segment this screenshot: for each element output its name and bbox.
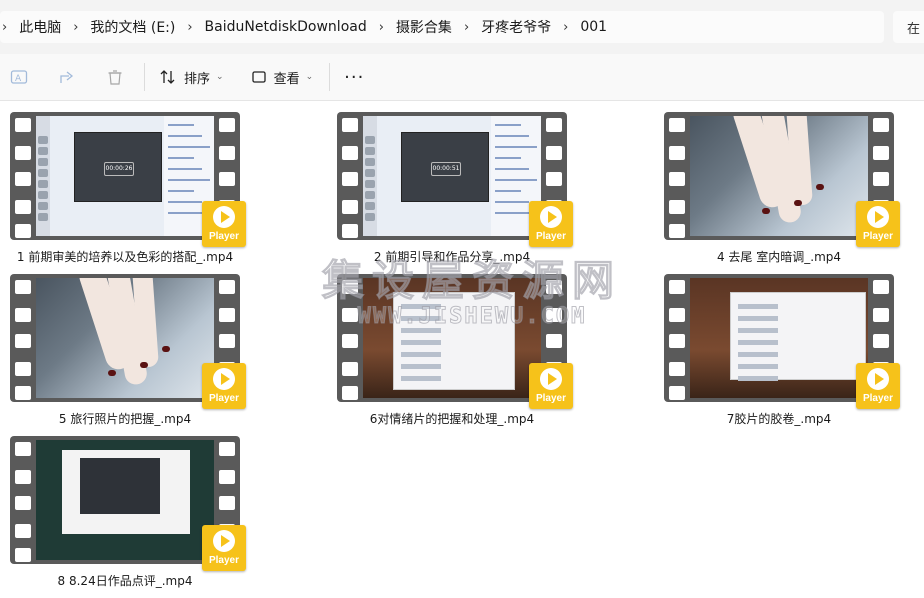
chevron-right-icon[interactable]: › — [563, 20, 568, 35]
player-badge-icon: Player — [856, 363, 900, 409]
player-badge-icon: Player — [529, 363, 573, 409]
search-input[interactable]: 在 — [893, 11, 924, 43]
film-strip — [337, 112, 363, 240]
file-tile[interactable]: 00:00:51 Player 2 前期引导和作品分享_.mp4 — [337, 112, 637, 272]
video-preview — [80, 458, 160, 514]
share-button[interactable] — [58, 62, 76, 92]
timer-readout: 00:00:51 — [431, 162, 461, 176]
thumbnail-screen — [690, 278, 868, 398]
file-name[interactable]: 4 去尾 室内暗调_.mp4 — [654, 248, 904, 265]
film-strip — [10, 274, 36, 402]
film-strip — [10, 436, 36, 564]
trash-icon — [106, 68, 124, 86]
view-icon — [250, 68, 268, 86]
breadcrumb[interactable]: › 此电脑 › 我的文档 (E:) › BaiduNetdiskDownload… — [0, 11, 884, 43]
film-strip — [337, 274, 363, 402]
file-tile[interactable]: Player 5 旅行照片的把握_.mp4 — [10, 274, 310, 434]
address-bar: › 此电脑 › 我的文档 (E:) › BaiduNetdiskDownload… — [0, 0, 924, 54]
chevron-down-icon: ⌄ — [216, 72, 224, 82]
file-tile[interactable]: Player 8 8.24日作品点评_.mp4 — [10, 436, 310, 596]
sort-label: 排序 — [184, 71, 211, 87]
player-badge-icon: Player — [202, 363, 246, 409]
chevron-right-icon[interactable]: › — [464, 20, 469, 35]
thumbnail-screen — [690, 116, 868, 236]
share-icon — [58, 68, 76, 86]
timer-readout: 00:00:26 — [104, 162, 134, 176]
more-options-button[interactable]: ··· — [344, 62, 364, 92]
player-badge-icon: Player — [202, 525, 246, 571]
breadcrumb-item-collection[interactable]: 摄影合集 — [396, 17, 452, 37]
rename-icon: A — [10, 68, 28, 86]
thumbnail-screen: 00:00:51 — [363, 116, 541, 236]
command-bar: A 排序 ⌄ 查看 ⌄ ··· — [0, 54, 924, 101]
sort-icon — [159, 68, 177, 86]
file-name[interactable]: 7胶片的胶卷_.mp4 — [654, 410, 904, 427]
chevron-right-icon[interactable]: › — [187, 20, 192, 35]
thumbnail-screen — [363, 278, 541, 398]
thumbnail-screen — [36, 278, 214, 398]
breadcrumb-item-current[interactable]: 001 — [580, 19, 607, 35]
file-name[interactable]: 2 前期引导和作品分享_.mp4 — [327, 248, 577, 265]
view-button[interactable]: 查看 ⌄ — [250, 62, 314, 92]
toolbar-divider — [144, 63, 145, 91]
sort-button[interactable]: 排序 ⌄ — [159, 62, 224, 92]
chevron-right-icon[interactable]: › — [379, 20, 384, 35]
player-badge-icon: Player — [202, 201, 246, 247]
chevron-right-icon[interactable]: › — [2, 20, 7, 35]
breadcrumb-item-drive[interactable]: 我的文档 (E:) — [90, 17, 175, 37]
file-tile[interactable]: Player 4 去尾 室内暗调_.mp4 — [664, 112, 924, 272]
file-name[interactable]: 6对情绪片的把握和处理_.mp4 — [327, 410, 577, 427]
player-badge-icon: Player — [856, 201, 900, 247]
file-tile[interactable]: 00:00:26 Player 1 前期审美的培养以及色彩的搭配_.mp4 — [10, 112, 310, 272]
thumbnail-screen — [36, 440, 214, 560]
file-tile[interactable]: Player 7胶片的胶卷_.mp4 — [664, 274, 924, 434]
film-strip — [664, 112, 690, 240]
view-label: 查看 — [273, 71, 300, 87]
file-tile[interactable]: Player 6对情绪片的把握和处理_.mp4 — [337, 274, 637, 434]
breadcrumb-item-netdisk[interactable]: BaiduNetdiskDownload — [205, 19, 367, 35]
file-name[interactable]: 5 旅行照片的把握_.mp4 — [0, 410, 250, 427]
toolbar-divider — [329, 63, 331, 91]
film-strip — [10, 112, 36, 240]
player-badge-icon: Player — [529, 201, 573, 247]
chevron-down-icon: ⌄ — [305, 72, 314, 82]
thumbnail-screen: 00:00:26 — [36, 116, 214, 236]
rename-button[interactable]: A — [10, 62, 28, 92]
delete-button[interactable] — [106, 62, 124, 92]
chevron-right-icon[interactable]: › — [73, 20, 78, 35]
film-strip — [664, 274, 690, 402]
file-name[interactable]: 1 前期审美的培养以及色彩的搭配_.mp4 — [0, 248, 250, 265]
file-name[interactable]: 8 8.24日作品点评_.mp4 — [0, 572, 250, 589]
breadcrumb-item-author[interactable]: 牙疼老爷爷 — [481, 17, 551, 37]
breadcrumb-item-this-pc[interactable]: 此电脑 — [19, 17, 61, 37]
svg-text:A: A — [15, 74, 22, 84]
